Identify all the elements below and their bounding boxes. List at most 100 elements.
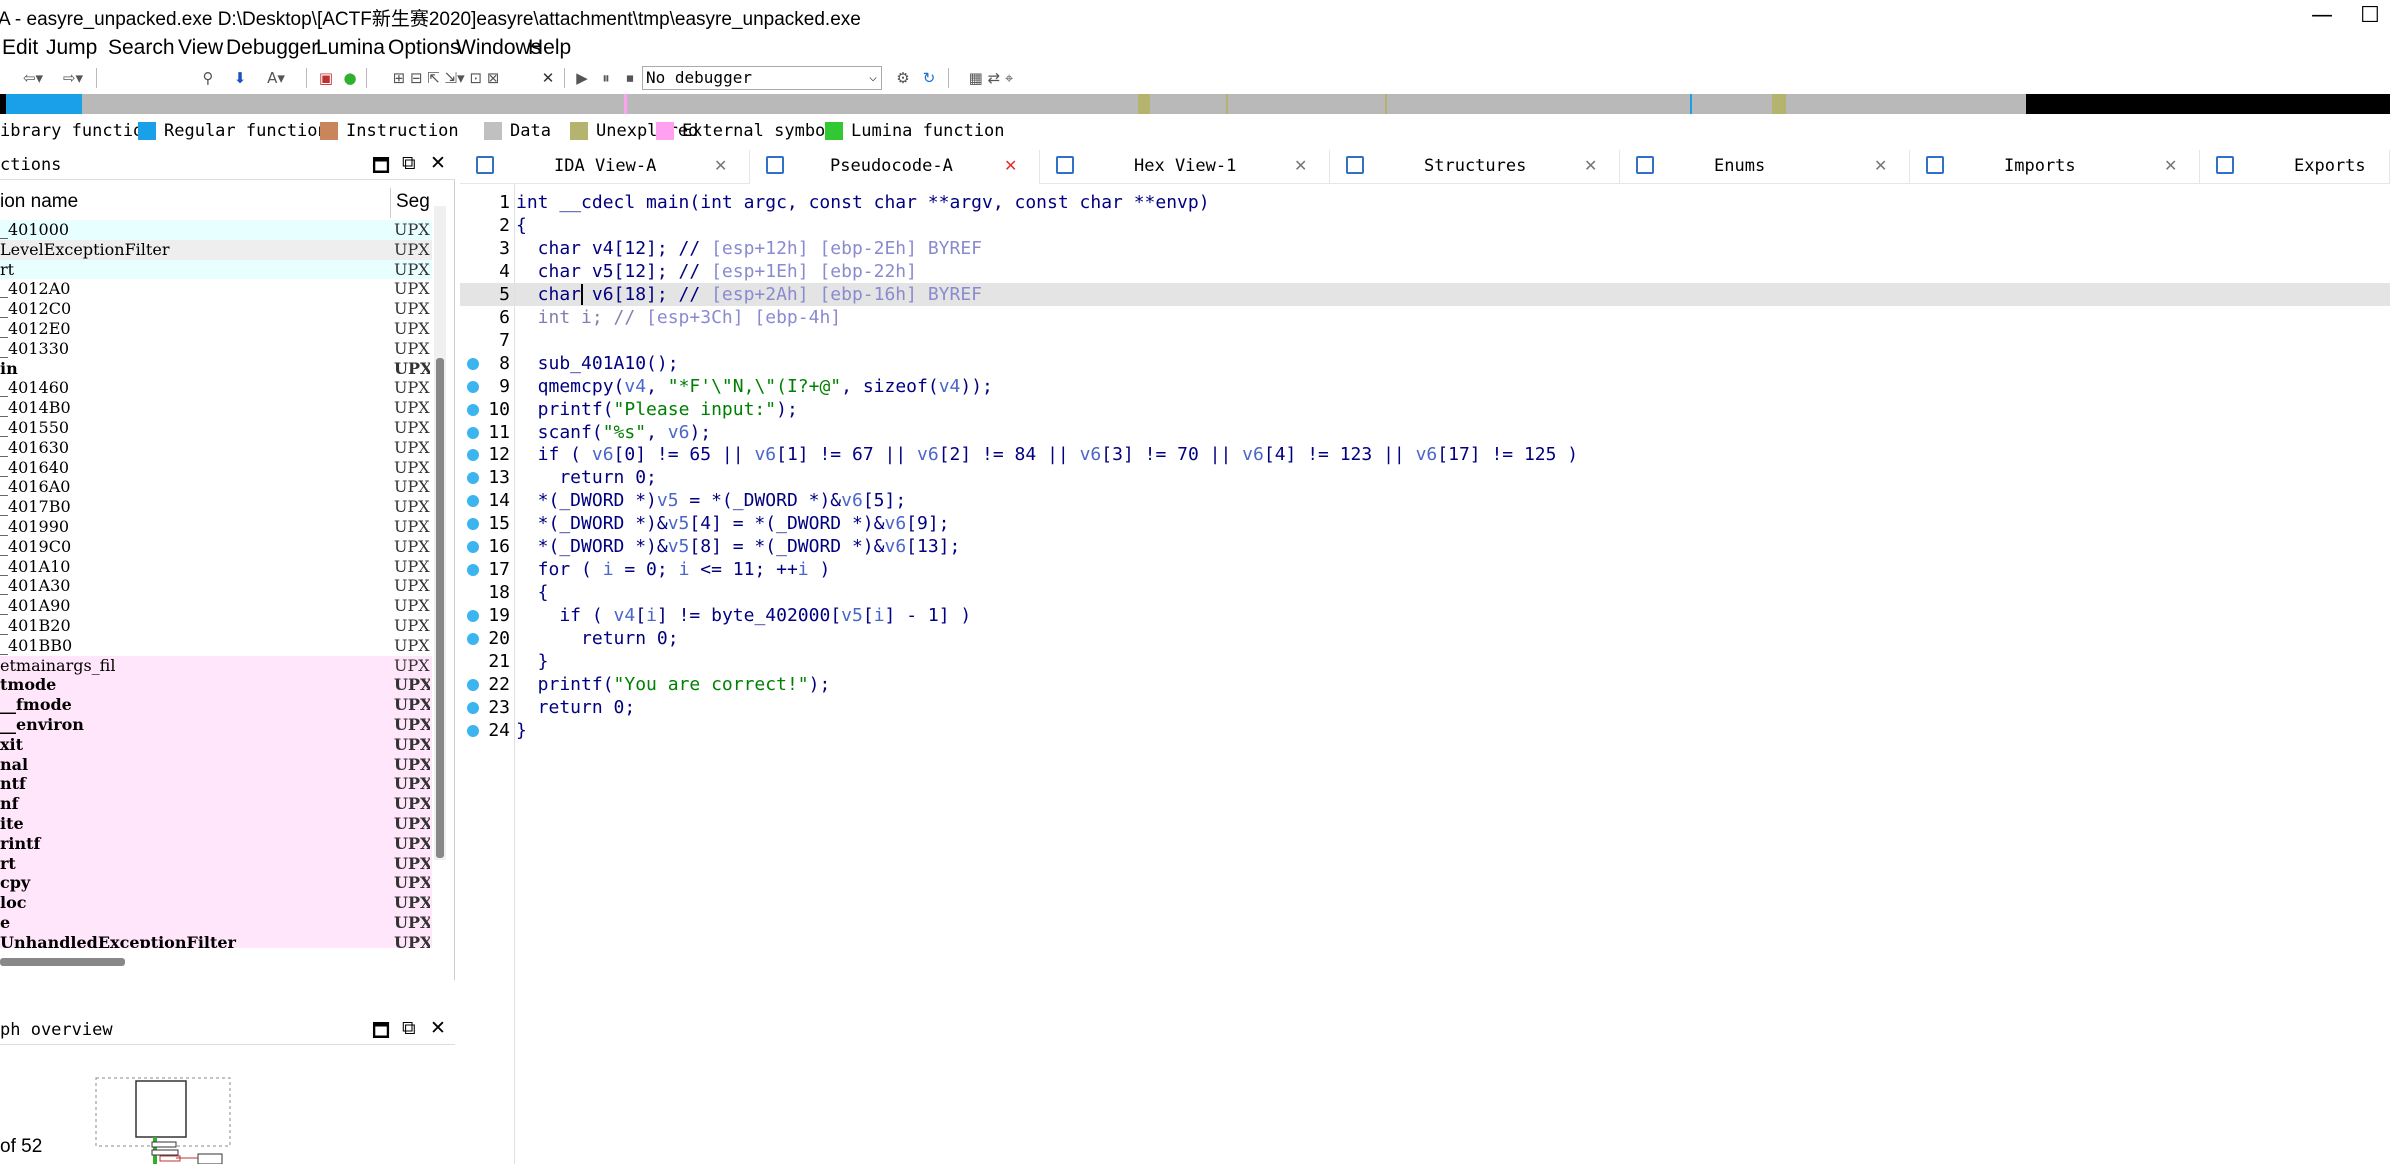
function-row[interactable]: loc UPX( [0, 893, 432, 913]
tab-pseudocode-a[interactable]: Pseudocode-A ✕ [750, 150, 1040, 184]
function-row[interactable]: in UPX( [0, 358, 432, 379]
function-row[interactable]: _401A90 UPX( [0, 596, 432, 616]
function-row[interactable]: _4012A0 UPX( [0, 279, 432, 300]
function-row[interactable]: _401330 UPX( [0, 338, 432, 359]
tab-enums[interactable]: Enums ✕ [1620, 150, 1910, 184]
function-row[interactable]: tmode UPX( [0, 675, 432, 696]
function-row[interactable]: _4012C0 UPX( [0, 299, 432, 319]
code-line[interactable]: 15 *(_DWORD *)&v5[4] = *(_DWORD *)&v6[9]… [460, 512, 2390, 535]
function-row[interactable]: _401460 UPX( [0, 378, 432, 399]
function-row[interactable]: _401630 UPX( [0, 437, 432, 458]
code-line[interactable]: 5 char v6[18]; // [esp+2Ah] [ebp-16h] BY… [460, 282, 2390, 306]
function-row[interactable]: _401990 UPX( [0, 516, 432, 537]
function-row[interactable]: _401B20 UPX( [0, 615, 432, 636]
function-row[interactable]: LevelExceptionFilter UPX( [0, 239, 432, 260]
function-row[interactable]: rt UPX( [0, 259, 432, 280]
function-row[interactable]: __fmode UPX( [0, 695, 432, 715]
function-row[interactable]: _4014B0 UPX( [0, 398, 432, 418]
green-dot-icon[interactable]: ● [340, 67, 360, 89]
menu-edit[interactable]: Edit [2, 36, 38, 60]
code-line[interactable]: 20 return 0; [460, 627, 2390, 650]
function-row[interactable]: _4016A0 UPX( [0, 477, 432, 498]
debugger-select[interactable]: No debugger ⌵ [642, 66, 882, 90]
function-row[interactable]: _401A10 UPX( [0, 556, 432, 577]
close-tab-icon[interactable]: ✕ [1294, 156, 1307, 175]
tab-exports[interactable]: Exports [2200, 150, 2390, 184]
tab-structures[interactable]: Structures ✕ [1330, 150, 1620, 184]
close-tab-icon[interactable]: ✕ [714, 156, 727, 175]
code-line[interactable]: 9 qmemcpy(v4, "*F'\"N,\"(I?+@", sizeof(v… [460, 375, 2390, 398]
code-line[interactable]: 7 [460, 329, 2390, 352]
menu-help[interactable]: Help [528, 36, 571, 60]
float-icon[interactable]: 🗖 [372, 152, 390, 184]
run-icon[interactable]: ▶ [572, 67, 592, 89]
code-line[interactable]: 8 sub_401A10(); [460, 352, 2390, 375]
delete-icon[interactable]: ✕ [538, 67, 558, 89]
navigation-band[interactable] [0, 94, 2390, 114]
function-row[interactable]: cpy UPX( [0, 873, 432, 894]
float-icon[interactable]: 🗖 [372, 1017, 390, 1049]
functions-vertical-scrollbar[interactable] [434, 206, 446, 860]
code-line[interactable]: 14 *(_DWORD *)v5 = *(_DWORD *)&v6[5]; [460, 489, 2390, 512]
function-row[interactable]: nal UPX( [0, 754, 432, 775]
image-icon[interactable]: ▣ [316, 67, 336, 89]
menu-options[interactable]: Options [388, 36, 460, 60]
code-line[interactable]: 10 printf("Please input:"); [460, 398, 2390, 421]
function-row[interactable]: ntf UPX( [0, 774, 432, 795]
close-icon[interactable]: ✕ [430, 152, 446, 174]
tab-ida-view-a[interactable]: IDA View-A ✕ [460, 150, 750, 184]
close-tab-icon[interactable]: ✕ [1004, 156, 1017, 175]
function-row[interactable]: etmainargs_fil UPX( [0, 655, 432, 676]
close-tab-icon[interactable]: ✕ [2164, 156, 2177, 175]
maximize-button[interactable]: ☐ [2350, 0, 2390, 34]
function-row[interactable]: rintf UPX( [0, 833, 432, 854]
menu-lumina[interactable]: Lumina [316, 36, 385, 60]
structure-tools-icon[interactable]: ⊞ ⊟ ⇱ ⇲▾ ⊡ ⊠ [376, 67, 516, 89]
code-line[interactable]: 3 char v4[12]; // [esp+12h] [ebp-2Eh] BY… [460, 237, 2390, 260]
function-row[interactable]: xit UPX( [0, 734, 432, 755]
lumina-icons[interactable]: ▦ ⇄ ⌖ [956, 67, 1026, 89]
menu-jump[interactable]: Jump [46, 36, 97, 60]
menu-debugger[interactable]: Debugger [226, 36, 318, 60]
code-line[interactable]: 11 scanf("%s", v6); [460, 421, 2390, 444]
code-line[interactable]: 18 { [460, 581, 2390, 604]
minimize-button[interactable]: — [2302, 0, 2342, 34]
function-row[interactable]: _401000 UPX( [0, 220, 432, 240]
code-line[interactable]: 23 return 0; [460, 696, 2390, 719]
code-line[interactable]: 17 for ( i = 0; i <= 11; ++i ) [460, 558, 2390, 581]
back-icon[interactable]: ⇦▾ [18, 67, 48, 89]
function-row[interactable]: ite UPX( [0, 813, 432, 834]
function-row[interactable]: rt UPX( [0, 853, 432, 874]
code-line[interactable]: 16 *(_DWORD *)&v5[8] = *(_DWORD *)&v6[13… [460, 535, 2390, 558]
tab-hex-view-1[interactable]: Hex View-1 ✕ [1040, 150, 1330, 184]
function-row[interactable]: _4012E0 UPX( [0, 318, 432, 339]
forward-icon[interactable]: ⇨▾ [58, 67, 88, 89]
pause-icon[interactable]: ⏸ [596, 67, 616, 89]
segment-column[interactable]: Seg [396, 191, 430, 213]
function-row[interactable]: UnhandledExceptionFilter UPX( [0, 932, 432, 948]
pseudocode-view[interactable]: 1 int __cdecl main(int argc, const char *… [460, 184, 2390, 1164]
switch-debugger-icon[interactable]: ↻ [916, 67, 942, 89]
code-line[interactable]: 12 if ( v6[0] != 65 || v6[1] != 67 || v6… [460, 443, 2390, 466]
restore-icon[interactable]: ⧉ [402, 1017, 416, 1039]
stop-icon[interactable]: ⏹ [620, 67, 640, 89]
functions-horizontal-scrollbar[interactable] [0, 958, 125, 966]
close-tab-icon[interactable]: ✕ [1584, 156, 1597, 175]
code-line[interactable]: 1 int __cdecl main(int argc, const char *… [460, 191, 2390, 214]
code-line[interactable]: 4 char v5[12]; // [esp+1Eh] [ebp-22h] [460, 260, 2390, 283]
function-row[interactable]: _401BB0 UPX( [0, 635, 432, 656]
code-line[interactable]: 21 } [460, 650, 2390, 673]
binoculars-icon[interactable]: ⚲ [198, 67, 218, 89]
code-line[interactable]: 24} [460, 719, 2390, 742]
code-line[interactable]: 6 int i; // [esp+3Ch] [ebp-4h] [460, 306, 2390, 329]
graph-overview-canvas[interactable] [0, 1046, 455, 1164]
function-row[interactable]: __environ UPX( [0, 714, 432, 735]
function-row[interactable]: e UPX( [0, 912, 432, 933]
close-icon[interactable]: ✕ [430, 1017, 446, 1039]
jump-down-icon[interactable]: ⬇ [230, 67, 250, 89]
close-tab-icon[interactable]: ✕ [1874, 156, 1887, 175]
code-line[interactable]: 22 printf("You are correct!"); [460, 673, 2390, 696]
debug-options-icon[interactable]: ⚙ [890, 67, 916, 89]
code-line[interactable]: 19 if ( v4[i] != byte_402000[v5[i] - 1] … [460, 604, 2390, 627]
menu-view[interactable]: View [178, 36, 223, 60]
